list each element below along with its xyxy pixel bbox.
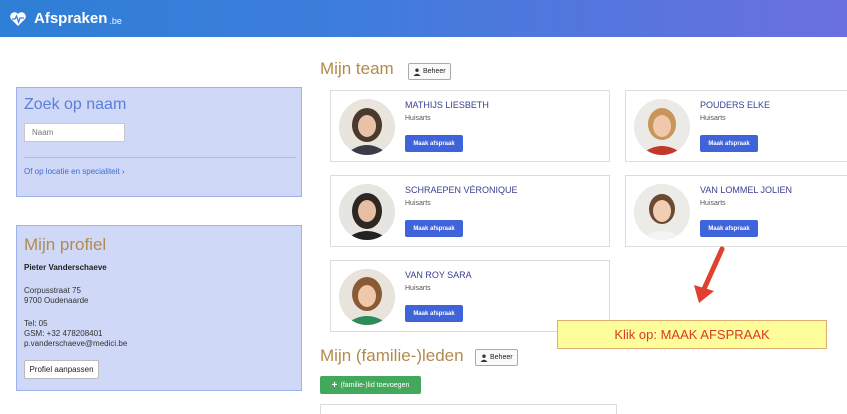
brand-name: Afspraken xyxy=(34,10,108,27)
add-family-member-button[interactable]: + (familie-)lid toevoegen xyxy=(320,376,421,394)
doctor-name: VAN LOMMEL JOLIEN xyxy=(700,185,793,195)
top-navigation-bar: Afspraken .be xyxy=(0,0,847,37)
manage-team-button[interactable]: Beheer xyxy=(408,63,451,80)
doctor-card: VAN LOMMEL JOLIEN Huisarts Maak afspraak xyxy=(625,175,847,247)
heart-pulse-icon xyxy=(8,9,28,29)
family-member-card xyxy=(320,404,617,414)
profile-panel-title: Mijn profiel xyxy=(24,235,107,254)
book-appointment-button[interactable]: Maak afspraak xyxy=(405,220,463,237)
panel-divider xyxy=(24,157,296,158)
profile-tel: Tel: 05 xyxy=(24,319,48,328)
my-team-title: Mijn team xyxy=(320,59,394,78)
family-members-title: Mijn (familie-)leden xyxy=(320,346,464,365)
doctor-name: SCHRAEPEN VÉRONIQUE xyxy=(405,185,518,195)
users-icon xyxy=(480,354,488,362)
manage-family-label: Beheer xyxy=(490,354,513,361)
doctor-avatar xyxy=(339,184,395,240)
doctor-card: MATHIJS LIESBETH Huisarts Maak afspraak xyxy=(330,90,610,162)
profile-email: p.vanderschaeve@medici.be xyxy=(24,339,128,348)
doctor-name: VAN ROY SARA xyxy=(405,270,472,280)
doctor-avatar xyxy=(339,269,395,325)
search-panel-title: Zoek op naam xyxy=(24,96,127,113)
search-by-name-panel: Zoek op naam Of op locatie en specialite… xyxy=(16,87,302,197)
doctor-specialty: Huisarts xyxy=(405,285,431,292)
book-appointment-button[interactable]: Maak afspraak xyxy=(700,135,758,152)
book-appointment-button[interactable]: Maak afspraak xyxy=(405,305,463,322)
profile-city: 9700 Oudenaarde xyxy=(24,296,89,305)
doctor-specialty: Huisarts xyxy=(405,115,431,122)
brand-suffix: .be xyxy=(109,15,122,26)
doctor-card: POUDERS ELKE Huisarts Maak afspraak xyxy=(625,90,847,162)
red-arrow-icon xyxy=(694,246,725,303)
book-appointment-button[interactable]: Maak afspraak xyxy=(405,135,463,152)
doctor-specialty: Huisarts xyxy=(700,200,726,207)
doctor-card: SCHRAEPEN VÉRONIQUE Huisarts Maak afspra… xyxy=(330,175,610,247)
doctor-avatar xyxy=(634,184,690,240)
manage-family-button[interactable]: Beheer xyxy=(475,349,518,366)
edit-profile-button[interactable]: Profiel aanpassen xyxy=(24,360,99,379)
my-profile-panel: Mijn profiel Pieter Vanderschaeve Corpus… xyxy=(16,225,302,391)
manage-team-label: Beheer xyxy=(423,68,446,75)
doctor-specialty: Huisarts xyxy=(700,115,726,122)
doctor-avatar xyxy=(339,99,395,155)
name-search-input[interactable] xyxy=(24,123,125,142)
profile-name: Pieter Vanderschaeve xyxy=(24,263,107,272)
doctor-avatar xyxy=(634,99,690,155)
brand-logo-link[interactable]: Afspraken .be xyxy=(8,9,122,29)
search-by-location-link[interactable]: Of op locatie en specialiteit › xyxy=(24,167,125,176)
users-icon xyxy=(413,68,421,76)
plus-icon: + xyxy=(331,379,338,391)
doctor-name: POUDERS ELKE xyxy=(700,100,771,110)
doctor-name: MATHIJS LIESBETH xyxy=(405,100,489,110)
instruction-callout: Klik op: MAAK AFSPRAAK xyxy=(557,320,827,349)
doctor-specialty: Huisarts xyxy=(405,200,431,207)
add-family-member-label: (familie-)lid toevoegen xyxy=(340,381,410,389)
book-appointment-button[interactable]: Maak afspraak xyxy=(700,220,758,237)
profile-street: Corpusstraat 75 xyxy=(24,286,81,295)
profile-gsm: GSM: +32 478208401 xyxy=(24,329,103,338)
